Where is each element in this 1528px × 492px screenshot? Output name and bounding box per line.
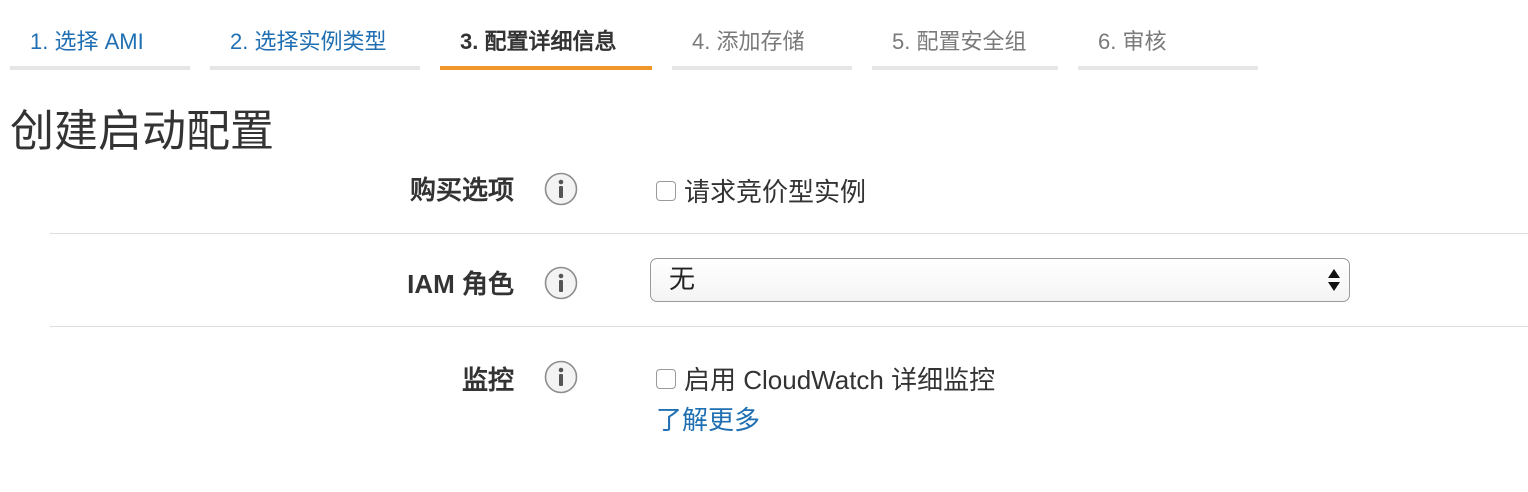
- detailed-monitoring-option[interactable]: 启用 CloudWatch 详细监控: [656, 360, 995, 397]
- detailed-monitoring-checkbox-label: 启用 CloudWatch 详细监控: [684, 365, 996, 395]
- up-down-arrows-icon: [1328, 269, 1340, 291]
- step-review[interactable]: 6. 审核: [1078, 22, 1258, 70]
- spot-instance-checkbox-label: 请求竞价型实例: [684, 177, 867, 207]
- learn-more-link[interactable]: 了解更多: [656, 400, 760, 437]
- step-choose-ami[interactable]: 1. 选择 AMI: [10, 22, 190, 70]
- iam-role-select[interactable]: 无: [650, 258, 1350, 302]
- info-icon[interactable]: [544, 360, 578, 394]
- row-divider: [50, 233, 1528, 234]
- step-choose-instance-type[interactable]: 2. 选择实例类型: [210, 22, 420, 70]
- iam-role-selected-value: 无: [669, 264, 696, 294]
- spot-instance-checkbox[interactable]: [656, 180, 676, 201]
- page-title: 创建启动配置: [10, 107, 274, 156]
- info-icon[interactable]: [544, 266, 578, 300]
- iam-role-label: IAM 角色: [407, 269, 514, 299]
- step-configure-security-group[interactable]: 5. 配置安全组: [872, 22, 1058, 70]
- spot-instance-option[interactable]: 请求竞价型实例: [656, 172, 866, 209]
- info-icon[interactable]: [544, 172, 578, 206]
- monitoring-label: 监控: [461, 365, 514, 395]
- row-divider: [50, 326, 1528, 327]
- detailed-monitoring-checkbox[interactable]: [656, 368, 676, 389]
- purchase-option-label: 购买选项: [409, 175, 514, 205]
- step-configure-details[interactable]: 3. 配置详细信息: [440, 22, 652, 70]
- wizard-steps: 1. 选择 AMI 2. 选择实例类型 3. 配置详细信息 4. 添加存储 5.…: [10, 22, 1258, 70]
- step-add-storage[interactable]: 4. 添加存储: [672, 22, 852, 70]
